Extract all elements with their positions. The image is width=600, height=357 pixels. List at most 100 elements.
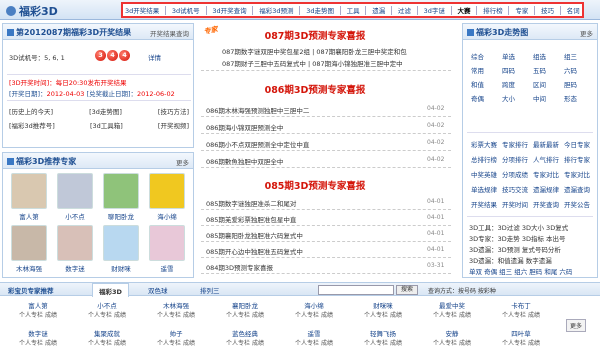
nav-item[interactable]: 遗漏 xyxy=(372,5,385,15)
trend-link[interactable]: 四码 xyxy=(502,65,515,75)
news-title-085[interactable]: 085期3D预测专家喜报 xyxy=(200,178,430,192)
expert-card[interactable]: 财财咪 xyxy=(101,225,141,273)
trend-link[interactable]: 分项成绩 xyxy=(502,169,528,179)
news-line[interactable]: 087期财子三胆中五码复式中 | 087期海小锦独胆准三胆中定中 xyxy=(222,58,403,68)
tab-pl3[interactable]: 排列三 xyxy=(200,285,220,295)
bottom-expert[interactable]: 集聚成就 个人专栏 成绩 xyxy=(77,328,137,347)
bottom-expert-links[interactable]: 个人专栏 成绩 xyxy=(8,338,68,347)
nav-item[interactable]: 3d走势图 xyxy=(306,5,334,15)
bottom-expert-name[interactable]: 襄阳卧龙 xyxy=(215,300,275,310)
tips-link[interactable]: [技巧方法] xyxy=(158,106,189,116)
news-title-086[interactable]: 086期3D预测专家喜报 xyxy=(200,82,430,96)
trend-link[interactable]: 组三 xyxy=(564,51,577,61)
toolbox-link[interactable]: [3d工具箱] xyxy=(90,120,123,130)
news-item[interactable]: 085期数字谜独胆准杀二和尾对 xyxy=(206,198,296,208)
trend-link[interactable]: 彩票大赛 xyxy=(471,139,497,149)
trend-link[interactable]: 胆码 xyxy=(564,79,577,89)
bottom-expert[interactable]: 四叶草 个人专栏 成绩 xyxy=(491,328,551,347)
experts-more-link[interactable]: 更多 xyxy=(176,157,189,167)
trend-link[interactable]: 排行专家 xyxy=(564,154,590,164)
bottom-expert-links[interactable]: 个人专栏 成绩 xyxy=(77,338,137,347)
trend-link[interactable]: 五码 xyxy=(533,65,546,75)
expert-name[interactable]: 海小绵 xyxy=(147,211,187,221)
trend-link[interactable]: 单选规律 xyxy=(471,184,497,194)
trend-link[interactable]: 遗漏规律 xyxy=(533,184,559,194)
nav-item[interactable]: 3d开奖结果 xyxy=(125,5,159,15)
expert-name[interactable]: 富人第 xyxy=(9,211,49,221)
avatar[interactable] xyxy=(11,173,47,209)
bottom-expert-name[interactable]: 四叶草 xyxy=(491,328,551,338)
news-line[interactable]: 087期数字谜双胆中奖包星2组 | 087期襄阳卧龙三胆中奖定和包 xyxy=(222,46,407,56)
trend-link[interactable]: 开奖结果 xyxy=(471,199,497,209)
bottom-expert-name[interactable]: 数字谜 xyxy=(8,328,68,338)
bottom-expert-links[interactable]: 个人专栏 成绩 xyxy=(146,338,206,347)
expert-card[interactable]: 数字迷 xyxy=(55,225,95,273)
trend-link[interactable]: 中间 xyxy=(533,93,546,103)
bottom-expert-links[interactable]: 个人专栏 成绩 xyxy=(491,338,551,347)
trend-link[interactable]: 单选 xyxy=(502,51,515,61)
bottom-expert-links[interactable]: 个人专栏 成绩 xyxy=(284,310,344,319)
bottom-expert-name[interactable]: 集聚成就 xyxy=(77,328,137,338)
trend-link[interactable]: 奇偶 xyxy=(471,93,484,103)
bottom-expert-links[interactable]: 个人专栏 成绩 xyxy=(77,310,137,319)
trend-tool-row[interactable]: 单双 奇偶 组三 组六 胆码 和尾 六码 xyxy=(469,266,572,276)
news-item[interactable]: 085期开心边中独胆准五码复式中 xyxy=(206,246,303,256)
detail-link[interactable]: 详情 xyxy=(148,52,161,62)
expert-card[interactable]: 海小绵 xyxy=(147,173,187,221)
trend-link[interactable]: 开奖时间 xyxy=(502,199,528,209)
bottom-expert[interactable]: 海小绵 个人专栏 成绩 xyxy=(284,300,344,319)
expert-name[interactable]: 财财咪 xyxy=(101,263,141,273)
trend-link[interactable]: 组选 xyxy=(533,51,546,61)
bottom-expert-name[interactable]: 财咪咪 xyxy=(353,300,413,310)
nav-item[interactable]: 工具 xyxy=(347,5,360,15)
bottom-expert-name[interactable]: 遥雪 xyxy=(284,328,344,338)
avatar[interactable] xyxy=(149,225,185,261)
trend-link[interactable]: 总排行榜 xyxy=(471,154,497,164)
bottom-expert-links[interactable]: 个人专栏 成绩 xyxy=(491,310,551,319)
trend-link[interactable]: 最新最新 xyxy=(533,139,559,149)
bottom-expert-name[interactable]: 富人第 xyxy=(8,300,68,310)
trend-link[interactable]: 专家排行 xyxy=(502,139,528,149)
news-item[interactable]: 086期木林海强预测独胆中三胆中二 xyxy=(206,105,309,115)
trend-link[interactable]: 常用 xyxy=(471,65,484,75)
trend-link[interactable]: 大小 xyxy=(502,93,515,103)
expert-name[interactable]: 遥雪 xyxy=(147,263,187,273)
trend-link[interactable]: 六码 xyxy=(564,65,577,75)
avatar[interactable] xyxy=(149,173,185,209)
search-button[interactable]: 搜索 xyxy=(396,285,419,295)
expert-card[interactable]: 小不点 xyxy=(55,173,95,221)
bottom-expert-links[interactable]: 个人专栏 成绩 xyxy=(353,310,413,319)
bottom-expert-links[interactable]: 个人专栏 成绩 xyxy=(353,338,413,347)
bottom-expert-name[interactable]: 帅子 xyxy=(146,328,206,338)
bottom-expert[interactable]: 数字谜 个人专栏 成绩 xyxy=(8,328,68,347)
expert-card[interactable]: 富人第 xyxy=(9,173,49,221)
expert-name[interactable]: 聊阳卧龙 xyxy=(101,211,141,221)
bottom-expert[interactable]: 富人第 个人专栏 成绩 xyxy=(8,300,68,319)
trend-link[interactable]: 今日专家 xyxy=(564,139,590,149)
expert-card[interactable]: 木林海强 xyxy=(9,225,49,273)
expert-card[interactable]: 聊阳卧龙 xyxy=(101,173,141,221)
bottom-expert-name[interactable]: 最爱中奖 xyxy=(422,300,482,310)
nav-item[interactable]: 排行榜 xyxy=(483,5,503,15)
expert-name[interactable]: 木林海强 xyxy=(9,263,49,273)
news-item[interactable]: 086期小不点双胆预测全中定位中直 xyxy=(206,139,309,149)
bottom-expert[interactable]: 安静 个人专栏 成绩 xyxy=(422,328,482,347)
trend-tool-row[interactable]: 3D遗漏：和值遗漏 数字遗漏 xyxy=(469,255,552,265)
nav-item[interactable]: 3d字谜 xyxy=(424,5,445,15)
bottom-expert-name[interactable]: 蓝色经典 xyxy=(215,328,275,338)
nav-item[interactable]: 福彩3d预测 xyxy=(259,5,293,15)
expert-name[interactable]: 数字迷 xyxy=(55,263,95,273)
trend-link[interactable]: 形态 xyxy=(564,93,577,103)
trend-link[interactable]: 遗漏查询 xyxy=(564,184,590,194)
bottom-expert-links[interactable]: 个人专栏 成绩 xyxy=(8,310,68,319)
video-link[interactable]: [开奖视频] xyxy=(158,120,189,130)
bottom-expert-name[interactable]: 木林海强 xyxy=(146,300,206,310)
tab-fc3d[interactable]: 福彩3D xyxy=(92,283,129,297)
bottom-expert[interactable]: 帅子 个人专栏 成绩 xyxy=(146,328,206,347)
expert-card[interactable]: 遥雪 xyxy=(147,225,187,273)
expert-name[interactable]: 小不点 xyxy=(55,211,95,221)
site-logo[interactable]: 福彩3D xyxy=(6,3,58,19)
trend-link[interactable]: 专家对比 xyxy=(533,169,559,179)
trend-link[interactable]: 跨度 xyxy=(502,79,515,89)
news-item[interactable]: 085期襄阳卧龙独胆准六码复式中 xyxy=(206,230,303,240)
